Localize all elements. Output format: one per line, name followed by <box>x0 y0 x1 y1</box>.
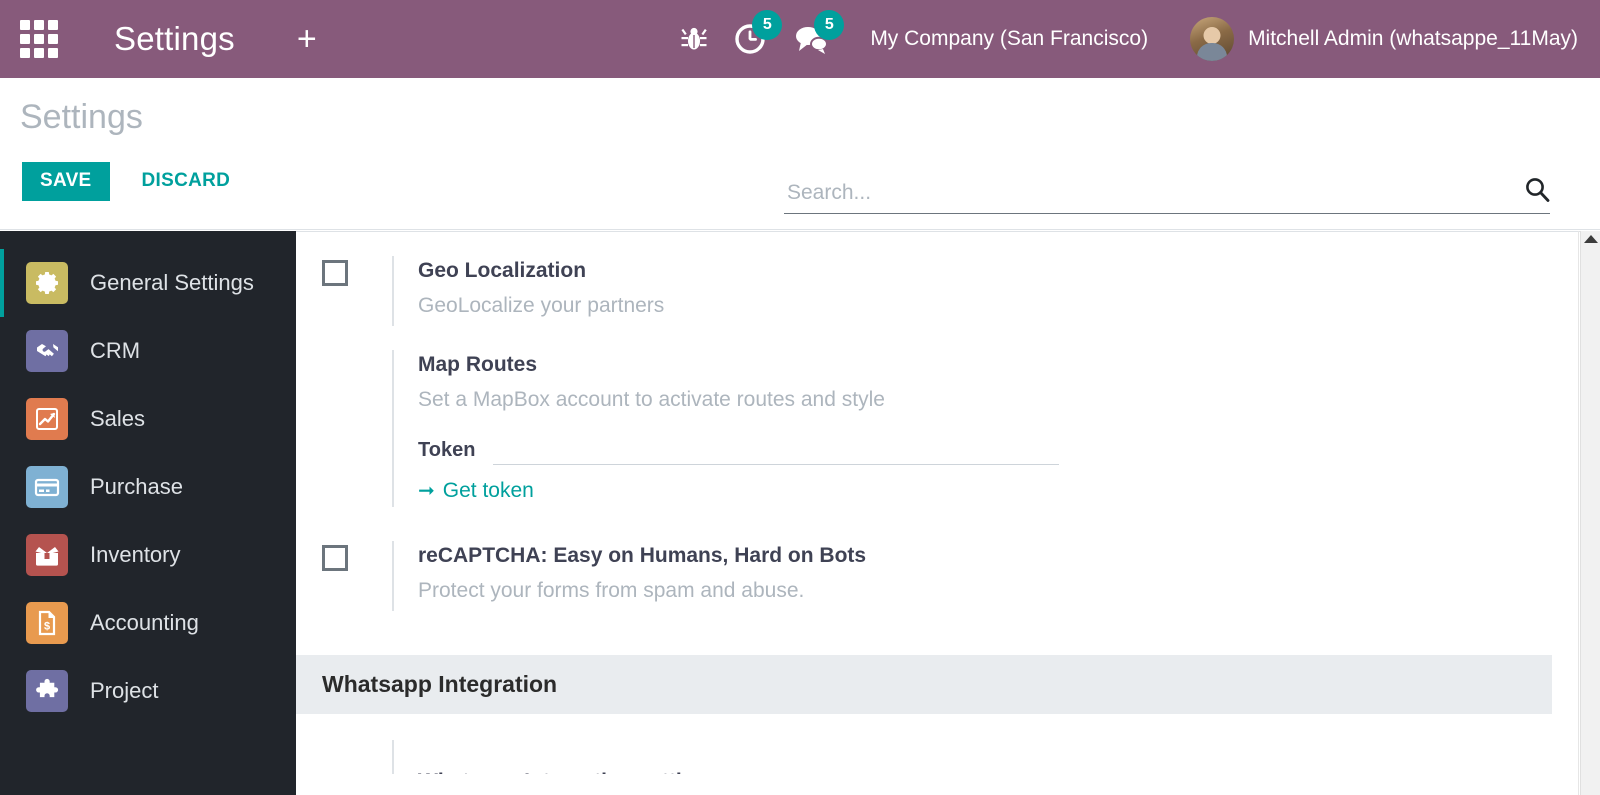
activity-badge: 5 <box>752 10 783 40</box>
page-scrollbar[interactable] <box>1580 231 1600 795</box>
apps-grid-cell <box>48 20 58 30</box>
arrow-right-icon: ➞ <box>418 479 435 502</box>
apps-grid-cell <box>34 34 44 44</box>
settings-scroll-container: Geo Localization GeoLocalize your partne… <box>296 231 1552 795</box>
sidebar-item-sales[interactable]: Sales <box>0 385 296 453</box>
scroll-up-arrow-icon[interactable] <box>1583 235 1598 243</box>
setting-row-geo-localization: Geo Localization GeoLocalize your partne… <box>296 256 1552 326</box>
clipped-next-setting: Whatsapp Integration settings <box>296 739 1552 774</box>
sidebar-item-general-settings[interactable]: General Settings <box>0 249 296 317</box>
token-field-label: Token <box>418 438 476 461</box>
recaptcha-checkbox[interactable] <box>322 544 348 571</box>
avatar <box>1190 17 1235 61</box>
save-button[interactable]: SAVE <box>22 162 110 201</box>
setting-title: Geo Localization <box>418 259 587 282</box>
page-title: Settings <box>20 98 143 136</box>
apps-grid-icon[interactable] <box>18 18 60 60</box>
apps-grid-cell <box>20 34 30 44</box>
setting-body: Geo Localization GeoLocalize your partne… <box>392 256 1552 326</box>
search-icon[interactable] <box>1524 176 1550 207</box>
discard-button[interactable]: DISCARD <box>124 162 249 201</box>
apps-grid-cell <box>34 20 44 30</box>
geo-localization-checkbox[interactable] <box>322 260 348 286</box>
company-switcher[interactable]: My Company (San Francisco) <box>870 27 1148 51</box>
svg-text:$: $ <box>44 621 50 633</box>
section-heading-label: Whatsapp Integration <box>322 670 558 697</box>
sidebar-item-label: Purchase <box>90 474 183 499</box>
sidebar-item-label: Sales <box>90 406 146 431</box>
search-input[interactable] <box>784 181 1514 207</box>
token-field-row: Token <box>418 435 1552 465</box>
user-menu[interactable]: Mitchell Admin (whatsappe_11May) <box>1190 17 1578 61</box>
sidebar-item-crm[interactable]: CRM <box>0 317 296 385</box>
activity-clock-icon[interactable]: 5 <box>720 0 783 78</box>
setting-row-recaptcha: reCAPTCHA: Easy on Humans, Hard on Bots … <box>296 540 1552 611</box>
messages-badge: 5 <box>814 10 845 40</box>
control-panel: Settings SAVE DISCARD <box>0 78 1600 230</box>
sidebar-item-purchase[interactable]: Purchase <box>0 453 296 521</box>
handshake-icon <box>26 330 68 372</box>
apps-grid-cell <box>20 48 30 58</box>
setting-row-map-routes: Map Routes Set a MapBox account to activ… <box>296 349 1552 507</box>
setting-title: reCAPTCHA: Easy on Humans, Hard on Bots <box>418 543 867 567</box>
clipped-toggle-stub <box>916 231 932 232</box>
navbar-right-group: 5 5 My Company (San Francisco) Mitchell … <box>668 0 1600 78</box>
section-heading-whatsapp-integration: Whatsapp Integration <box>296 654 1552 714</box>
puzzle-piece-icon <box>26 670 68 712</box>
invoice-dollar-icon: $ <box>26 602 68 644</box>
apps-grid-cell <box>48 34 58 44</box>
bug-icon[interactable] <box>668 0 720 78</box>
sidebar-item-label: General Settings <box>90 270 254 295</box>
setting-description: Set a MapBox account to activate routes … <box>418 388 885 412</box>
open-box-icon <box>26 534 68 576</box>
setting-description: GeoLocalize your partners <box>418 294 665 318</box>
settings-sidebar: General Settings CRM Sales Purchase Inve… <box>0 231 296 795</box>
new-record-plus-button[interactable]: + <box>297 22 317 56</box>
sidebar-item-accounting[interactable]: $ Accounting <box>0 589 296 657</box>
settings-main-pane: Geo Localization GeoLocalize your partne… <box>296 231 1600 795</box>
sidebar-item-label: Inventory <box>90 542 181 567</box>
gear-icon <box>26 262 68 304</box>
get-token-link[interactable]: ➞ Get token <box>418 479 534 503</box>
app-brand-title[interactable]: Settings <box>114 20 235 58</box>
credit-card-icon <box>26 466 68 508</box>
token-input[interactable] <box>493 435 1060 465</box>
odoo-settings-page: Settings + 5 5 My Company (San Francisco… <box>0 0 1600 795</box>
chat-bubble-icon[interactable]: 5 <box>780 0 845 78</box>
control-panel-buttons: SAVE DISCARD <box>22 162 248 201</box>
search-bar <box>784 176 1550 214</box>
sidebar-item-inventory[interactable]: Inventory <box>0 521 296 589</box>
sidebar-item-label: Accounting <box>90 610 199 635</box>
user-menu-label: Mitchell Admin (whatsappe_11May) <box>1248 27 1578 50</box>
clipped-setting-title: Whatsapp Integration settings <box>418 770 719 774</box>
sidebar-item-label: Project <box>90 678 159 703</box>
pane-right-edge <box>1578 231 1579 795</box>
apps-grid-cell <box>34 48 44 58</box>
content-area: General Settings CRM Sales Purchase Inve… <box>0 231 1600 795</box>
sidebar-item-project[interactable]: Project <box>0 657 296 725</box>
sidebar-item-label: CRM <box>90 338 141 363</box>
apps-grid-cell <box>20 20 30 30</box>
top-navbar: Settings + 5 5 My Company (San Francisco… <box>0 0 1600 78</box>
setting-body: Map Routes Set a MapBox account to activ… <box>392 349 1552 507</box>
setting-title: Map Routes <box>418 352 538 376</box>
setting-body: reCAPTCHA: Easy on Humans, Hard on Bots … <box>392 540 1552 611</box>
chart-up-icon <box>26 398 68 440</box>
setting-divider <box>392 739 394 774</box>
get-token-link-label: Get token <box>442 478 534 502</box>
clipped-previous-setting <box>296 231 1552 232</box>
setting-description: Protect your forms from spam and abuse. <box>418 579 805 603</box>
apps-grid-cell <box>48 48 58 58</box>
